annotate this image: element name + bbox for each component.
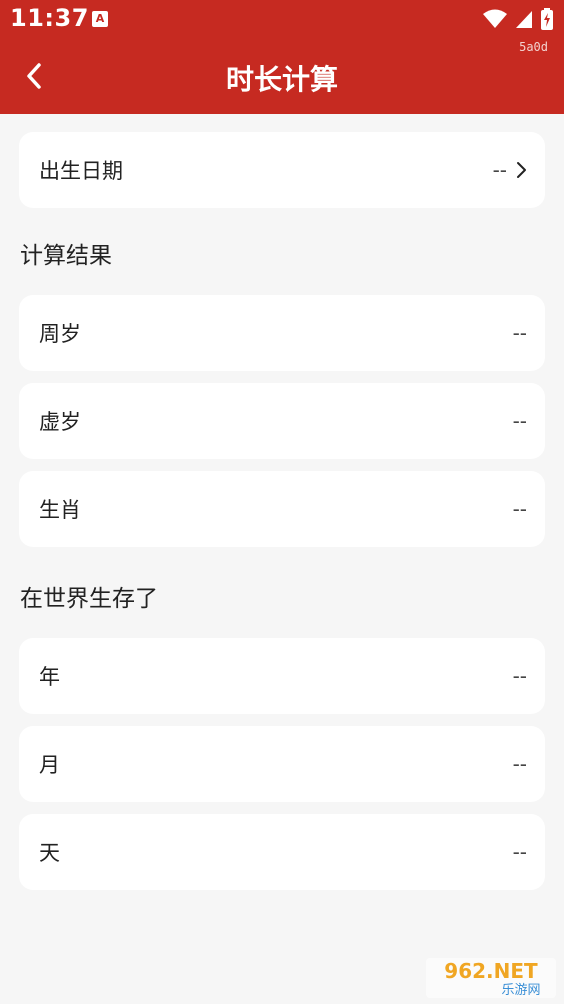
- result-value: --: [512, 321, 527, 345]
- notification-icon: A: [92, 11, 108, 27]
- birth-date-value-group: --: [493, 158, 527, 182]
- watermark-logo: 962.NET 乐游网: [426, 958, 556, 998]
- app-bar: 时长计算 5a0d: [0, 40, 564, 114]
- result-label: 周岁: [39, 322, 81, 346]
- alive-label: 月: [39, 753, 60, 777]
- alive-value: --: [512, 664, 527, 688]
- alive-section-title: 在世界生存了: [20, 586, 158, 612]
- results-section-title: 计算结果: [20, 243, 112, 269]
- alive-row-days: 天 --: [19, 814, 545, 890]
- result-row-nominal-age: 虚岁 --: [19, 383, 545, 459]
- debug-tag: 5a0d: [519, 40, 548, 54]
- signal-icon: [516, 11, 532, 28]
- result-value: --: [512, 497, 527, 521]
- result-row-zodiac: 生肖 --: [19, 471, 545, 547]
- birth-date-label: 出生日期: [39, 159, 123, 183]
- alive-value: --: [512, 752, 527, 776]
- birth-date-value: --: [492, 158, 507, 182]
- watermark-brand: 962.NET: [444, 959, 538, 983]
- wifi-icon: [483, 9, 507, 28]
- alive-value: --: [512, 840, 527, 864]
- system-icons: [482, 8, 554, 30]
- alive-row-years: 年 --: [19, 638, 545, 714]
- birth-date-row[interactable]: 出生日期 --: [19, 132, 545, 208]
- alive-label: 天: [39, 841, 60, 865]
- page-title: 时长计算: [225, 63, 338, 96]
- result-value: --: [512, 409, 527, 433]
- battery-icon: [541, 8, 553, 30]
- chevron-right-icon: [517, 162, 526, 178]
- alive-label: 年: [39, 665, 60, 689]
- status-bar: 11:37 A: [0, 0, 564, 40]
- result-label: 生肖: [39, 498, 81, 522]
- result-label: 虚岁: [39, 410, 81, 434]
- alive-row-months: 月 --: [19, 726, 545, 802]
- result-row-age: 周岁 --: [19, 295, 545, 371]
- watermark-sub: 乐游网: [501, 983, 540, 998]
- status-time: 11:37: [10, 4, 89, 32]
